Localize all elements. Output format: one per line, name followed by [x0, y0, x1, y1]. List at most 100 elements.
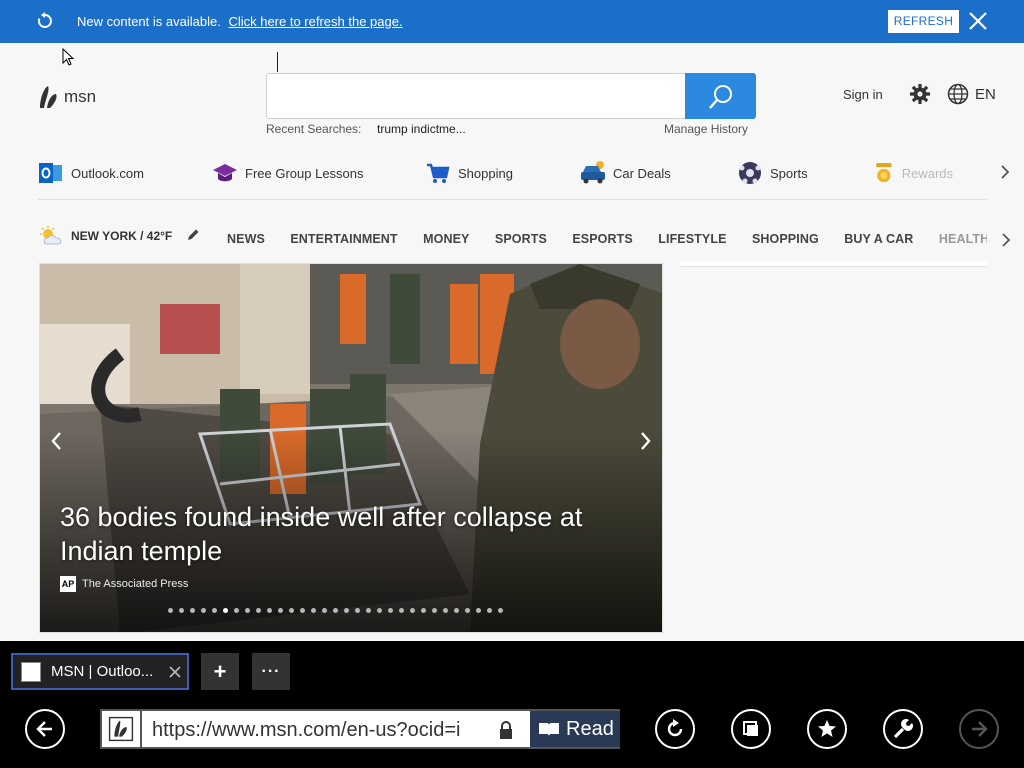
quick-link-rewards[interactable]: Rewards — [873, 158, 953, 188]
nav-item-lifestyle[interactable]: LIFESTYLE — [658, 232, 726, 246]
carousel-dot[interactable] — [190, 608, 195, 613]
quick-link-free-group-lessons[interactable]: Free Group Lessons — [212, 158, 364, 188]
manage-history-link[interactable]: Manage History — [664, 122, 748, 136]
hero-source: AP The Associated Press — [60, 576, 188, 592]
medal-icon — [876, 162, 892, 183]
quick-link-outlook[interactable]: Outlook.com — [38, 158, 144, 188]
search-input[interactable] — [275, 80, 675, 112]
carousel-dot[interactable] — [454, 608, 459, 613]
arrow-right-icon — [972, 721, 988, 737]
quick-link-sports[interactable]: Sports — [737, 158, 808, 188]
quick-link-label: Sports — [770, 165, 808, 181]
tabs-view-button[interactable] — [731, 709, 771, 749]
msn-favicon-icon — [21, 661, 41, 682]
carousel-dot[interactable] — [311, 608, 316, 613]
favorites-button[interactable] — [807, 709, 847, 749]
carousel-dot[interactable] — [465, 608, 470, 613]
carousel-dot[interactable] — [234, 608, 239, 613]
carousel-dot[interactable] — [498, 608, 503, 613]
carousel-dot[interactable] — [388, 608, 393, 613]
nav-item-entertainment[interactable]: ENTERTAINMENT — [290, 232, 397, 246]
hero-carousel[interactable]: 36 bodies found inside well after collap… — [39, 263, 663, 633]
address-bar[interactable]: https://www.msn.com/en-us?ocid=i Read — [100, 709, 620, 749]
refresh-icon[interactable] — [36, 12, 54, 30]
carousel-dot[interactable] — [487, 608, 492, 613]
car-icon — [581, 161, 605, 184]
sign-in-link[interactable]: Sign in — [843, 87, 883, 102]
close-icon[interactable] — [168, 665, 182, 679]
carousel-dot[interactable] — [366, 608, 371, 613]
msn-favicon-icon — [102, 711, 142, 747]
refresh-icon — [667, 719, 683, 737]
forward-button[interactable] — [959, 709, 999, 749]
outlook-icon — [39, 163, 62, 183]
chevron-left-icon[interactable] — [48, 429, 66, 453]
carousel-dot[interactable] — [168, 608, 173, 613]
soccer-ball-icon — [739, 162, 761, 184]
quick-link-shopping[interactable]: Shopping — [425, 158, 513, 188]
carousel-dot[interactable] — [410, 608, 415, 613]
carousel-dot[interactable] — [399, 608, 404, 613]
nav-item-news[interactable]: NEWS — [227, 232, 265, 246]
weather-widget[interactable]: NEW YORK / 42°F — [39, 226, 172, 246]
browser-chrome: MSN | Outloo... + ··· https://www.msn.co… — [0, 641, 1024, 768]
gear-icon[interactable] — [909, 83, 931, 105]
carousel-dot[interactable] — [223, 608, 228, 613]
nav-item-shopping[interactable]: SHOPPING — [752, 232, 819, 246]
nav-item-health[interactable]: HEALTH — [939, 232, 987, 246]
carousel-dot[interactable] — [201, 608, 206, 613]
hero-headline[interactable]: 36 bodies found inside well after collap… — [60, 500, 630, 568]
globe-icon[interactable] — [947, 83, 969, 105]
recent-searches-label: Recent Searches: — [266, 122, 362, 136]
text-caret — [277, 52, 278, 72]
carousel-dot[interactable] — [245, 608, 250, 613]
nav-item-money[interactable]: MONEY — [423, 232, 469, 246]
new-tab-button[interactable]: + — [201, 653, 239, 690]
carousel-dot[interactable] — [300, 608, 305, 613]
msn-logo[interactable]: msn — [38, 84, 96, 110]
quick-link-label: Rewards — [901, 165, 953, 181]
search-button[interactable] — [685, 73, 756, 119]
book-icon — [539, 723, 559, 736]
refresh-button[interactable]: REFRESH — [888, 10, 959, 33]
close-icon[interactable] — [967, 10, 989, 32]
language-selector[interactable]: EN — [975, 86, 996, 103]
back-button[interactable] — [25, 709, 65, 749]
carousel-dot[interactable] — [432, 608, 437, 613]
url-text[interactable]: https://www.msn.com/en-us?ocid=i — [152, 719, 482, 742]
search-box[interactable] — [266, 73, 756, 119]
tab-options-button[interactable]: ··· — [252, 653, 290, 690]
carousel-dot[interactable] — [179, 608, 184, 613]
refresh-page-button[interactable] — [655, 709, 695, 749]
chevron-right-icon[interactable] — [636, 429, 654, 453]
carousel-dot[interactable] — [256, 608, 261, 613]
carousel-dot[interactable] — [333, 608, 338, 613]
reading-view-button[interactable]: Read — [530, 711, 620, 747]
nav-item-esports[interactable]: ESPORTS — [572, 232, 632, 246]
tab-title: MSN | Outloo... — [51, 663, 154, 680]
carousel-dot[interactable] — [278, 608, 283, 613]
nav-item-sports[interactable]: SPORTS — [495, 232, 547, 246]
browser-tab[interactable]: MSN | Outloo... — [11, 653, 189, 690]
carousel-dot[interactable] — [476, 608, 481, 613]
carousel-dot[interactable] — [344, 608, 349, 613]
carousel-dot[interactable] — [377, 608, 382, 613]
quick-link-car-deals[interactable]: Car Deals — [580, 158, 671, 188]
page-tools-button[interactable] — [883, 709, 923, 749]
carousel-dot[interactable] — [267, 608, 272, 613]
chevron-right-icon[interactable] — [999, 231, 1013, 249]
carousel-dot[interactable] — [289, 608, 294, 613]
msn-butterfly-icon — [40, 86, 57, 108]
carousel-dots — [168, 608, 503, 613]
chevron-right-icon[interactable] — [998, 163, 1012, 181]
carousel-dot[interactable] — [421, 608, 426, 613]
carousel-dot[interactable] — [355, 608, 360, 613]
nav-item-buy-a-car[interactable]: BUY A CAR — [844, 232, 913, 246]
refresh-link[interactable]: Click here to refresh the page. — [228, 14, 402, 29]
carousel-dot[interactable] — [443, 608, 448, 613]
read-label: Read — [566, 717, 614, 740]
recent-search-item[interactable]: trump indictme... — [377, 122, 466, 136]
carousel-dot[interactable] — [212, 608, 217, 613]
carousel-dot[interactable] — [322, 608, 327, 613]
pencil-icon[interactable] — [186, 228, 200, 242]
